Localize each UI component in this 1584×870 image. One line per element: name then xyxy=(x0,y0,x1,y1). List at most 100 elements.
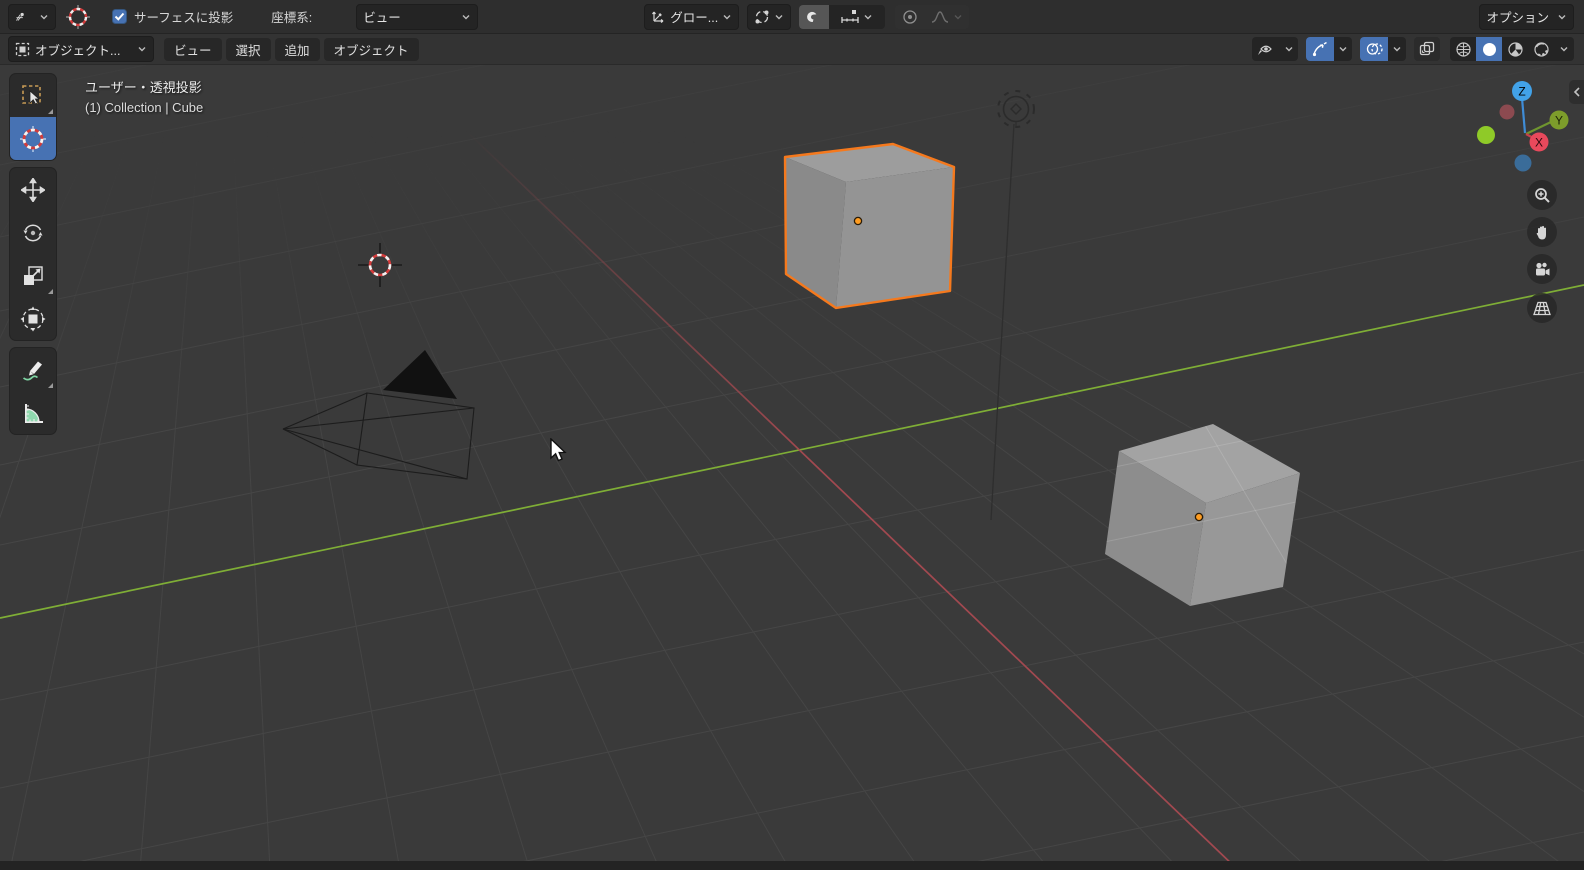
y-axis-line xyxy=(0,284,1584,619)
options-label: オプション xyxy=(1486,11,1549,25)
object-mode-icon xyxy=(15,42,30,56)
chevron-down-icon xyxy=(1558,14,1566,19)
options-dropdown[interactable]: オプション xyxy=(1479,3,1574,30)
surface-project-label: サーフェスに投影 xyxy=(134,11,234,25)
chevron-down-icon xyxy=(864,14,872,19)
shading-material-button[interactable] xyxy=(1502,37,1528,61)
tool-measure[interactable] xyxy=(10,391,56,434)
overlays-group xyxy=(1360,37,1406,61)
coord-system-dropdown[interactable]: ビュー xyxy=(356,3,479,30)
tool-transform[interactable] xyxy=(10,297,56,340)
perspective-toggle-button[interactable] xyxy=(1527,293,1557,323)
3d-cursor xyxy=(358,243,402,287)
viewport-3d[interactable] xyxy=(0,0,1584,870)
snap-settings-icon xyxy=(16,12,24,21)
chevron-down-icon xyxy=(1339,47,1347,52)
gizmo-x-label: X xyxy=(1535,136,1543,150)
tool-settings-bar: サーフェスに投影 座標系: ビュー グロー... オプション xyxy=(0,0,1584,34)
snap-target-dropdown[interactable] xyxy=(829,5,885,29)
mode-dropdown[interactable]: オブジェクト... xyxy=(8,36,154,62)
camera-view-icon xyxy=(1536,262,1550,275)
tool-3d-cursor[interactable] xyxy=(10,117,56,160)
checkbox-checked-icon[interactable] xyxy=(112,9,127,24)
sun-light-gizmo[interactable] xyxy=(997,90,1035,128)
menu-select[interactable]: 選択 xyxy=(225,37,271,61)
zoom-button[interactable] xyxy=(1527,180,1557,210)
shading-rendered-button[interactable] xyxy=(1528,37,1554,61)
shading-solid-button[interactable] xyxy=(1476,37,1502,61)
coord-system-value: ビュー xyxy=(363,11,401,25)
falloff-curve-icon xyxy=(932,10,949,23)
xray-icon xyxy=(1419,41,1435,56)
chevron-down-icon xyxy=(40,14,48,19)
coord-system-label: 座標系: xyxy=(271,11,313,25)
visibility-toggle[interactable] xyxy=(1252,37,1280,61)
pan-hand-icon xyxy=(1536,225,1546,239)
selected-cube-origin-dot xyxy=(853,216,863,226)
visibility-dropdown[interactable] xyxy=(1280,37,1298,61)
proportional-edit-group xyxy=(895,4,970,29)
shading-dropdown[interactable] xyxy=(1554,37,1574,61)
breadcrumb: (1) Collection | Cube xyxy=(85,100,204,115)
shading-wireframe-button[interactable] xyxy=(1450,37,1476,61)
gizmos-group xyxy=(1306,37,1352,61)
visibility-group xyxy=(1252,37,1298,61)
chevron-down-icon xyxy=(954,14,962,19)
viewport-header: オブジェクト... ビュー 選択 追加 オブジェクト xyxy=(0,34,1584,65)
measure-icon xyxy=(25,403,43,423)
surface-project-option[interactable]: サーフェスに投影 xyxy=(112,7,233,26)
sidebar-toggle[interactable] xyxy=(1569,80,1584,104)
overlays-toggle[interactable] xyxy=(1360,37,1388,61)
cube-origin-dot xyxy=(1194,512,1204,522)
tool-box-select[interactable] xyxy=(10,74,56,117)
proportional-edit-toggle[interactable] xyxy=(895,5,925,29)
falloff-dropdown[interactable] xyxy=(925,5,969,29)
snap-settings-dropdown[interactable] xyxy=(8,3,56,30)
camera-up-triangle xyxy=(383,350,457,399)
cursor-tool-icon xyxy=(20,125,46,152)
annotate-pencil-icon xyxy=(22,361,42,380)
chevron-down-icon xyxy=(1285,47,1293,52)
gizmo-z-label: Z xyxy=(1518,85,1525,99)
overlays-dropdown[interactable] xyxy=(1388,37,1406,61)
proportional-edit-icon xyxy=(903,9,917,24)
tool-rotate[interactable] xyxy=(10,211,56,254)
tool-scale[interactable] xyxy=(10,254,56,297)
navigation-gizmo[interactable]: Z Y X xyxy=(1460,70,1580,180)
pivot-point-dropdown[interactable] xyxy=(747,3,792,30)
status-strip xyxy=(0,861,1584,870)
pan-button[interactable] xyxy=(1527,217,1557,247)
tool-move[interactable] xyxy=(10,168,56,211)
blender-window: { "topbar": { "snap_tool_icon": "snap-se… xyxy=(0,0,1584,870)
mouse-cursor xyxy=(549,438,571,464)
cube-object[interactable] xyxy=(1090,410,1320,620)
camera-view-button[interactable] xyxy=(1527,254,1557,284)
active-tool-3d-cursor-icon[interactable] xyxy=(56,4,100,29)
selected-cube-object[interactable] xyxy=(783,142,956,310)
shading-rendered-icon xyxy=(1533,41,1549,57)
gizmo-neg-x-ball xyxy=(1499,104,1515,120)
gizmos-toggle[interactable] xyxy=(1306,37,1334,61)
xray-toggle[interactable] xyxy=(1414,37,1440,61)
chevron-left-icon xyxy=(1573,87,1580,97)
pivot-point-icon xyxy=(755,10,769,23)
chevron-down-icon xyxy=(1393,47,1401,52)
menu-add[interactable]: 追加 xyxy=(274,37,320,61)
tool-annotate[interactable] xyxy=(10,348,56,391)
transform-orientation-dropdown[interactable]: グロー... xyxy=(644,3,740,30)
menu-object[interactable]: オブジェクト xyxy=(323,37,419,61)
gizmos-dropdown[interactable] xyxy=(1334,37,1352,61)
menu-view[interactable]: ビュー xyxy=(164,37,222,61)
orientation-value: グロー... xyxy=(670,11,719,25)
snap-magnet-toggle[interactable] xyxy=(799,4,830,29)
camera-object[interactable] xyxy=(282,350,475,480)
magnet-icon xyxy=(807,11,817,22)
view-mode-label: ユーザー・透視投影 xyxy=(85,80,202,95)
light-line xyxy=(990,123,1015,521)
shading-group xyxy=(1450,37,1574,61)
grid-perspective-icon xyxy=(1533,301,1551,315)
gizmo-y-label: Y xyxy=(1555,114,1563,128)
visibility-eye-icon xyxy=(1258,45,1272,55)
overlays-icon xyxy=(1366,43,1383,55)
transform-icon xyxy=(20,306,46,331)
